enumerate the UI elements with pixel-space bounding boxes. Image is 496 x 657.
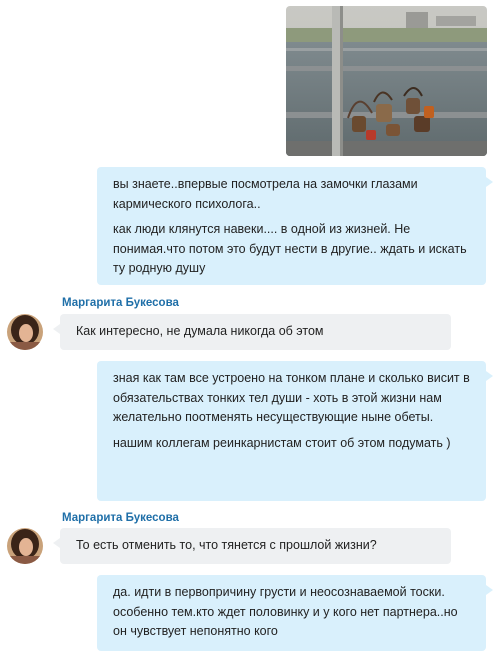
message-text: То есть отменить то, что тянется с прошл… xyxy=(76,538,377,552)
message-text: да. идти в первопричину грусти и неосозн… xyxy=(113,585,458,638)
avatar[interactable] xyxy=(7,314,43,350)
sender-name[interactable]: Маргарита Букесова xyxy=(62,297,179,309)
photo-image xyxy=(286,6,487,156)
avatar[interactable] xyxy=(7,528,43,564)
incoming-message: То есть отменить то, что тянется с прошл… xyxy=(53,528,451,564)
avatar-photo xyxy=(7,314,43,350)
avatar-photo xyxy=(7,528,43,564)
outgoing-message: зная как там все устроено на тонком план… xyxy=(97,361,493,501)
sender-name[interactable]: Маргарита Букесова xyxy=(62,512,179,524)
message-text: как люди клянутся навеки.... в одной из … xyxy=(113,222,467,275)
shared-photo-love-locks[interactable] xyxy=(286,6,487,156)
message-text: зная как там все устроено на тонком план… xyxy=(113,371,470,424)
incoming-message: Как интересно, не думала никогда об этом xyxy=(53,314,451,350)
outgoing-message: вы знаете..впервые посмотрела на замочки… xyxy=(97,167,493,285)
outgoing-message: да. идти в первопричину грусти и неосозн… xyxy=(97,575,493,651)
message-text: нашим коллегам реинкарнистам стоит об эт… xyxy=(113,435,451,450)
message-text: Как интересно, не думала никогда об этом xyxy=(76,324,324,338)
message-text: вы знаете..впервые посмотрела на замочки… xyxy=(113,177,418,211)
